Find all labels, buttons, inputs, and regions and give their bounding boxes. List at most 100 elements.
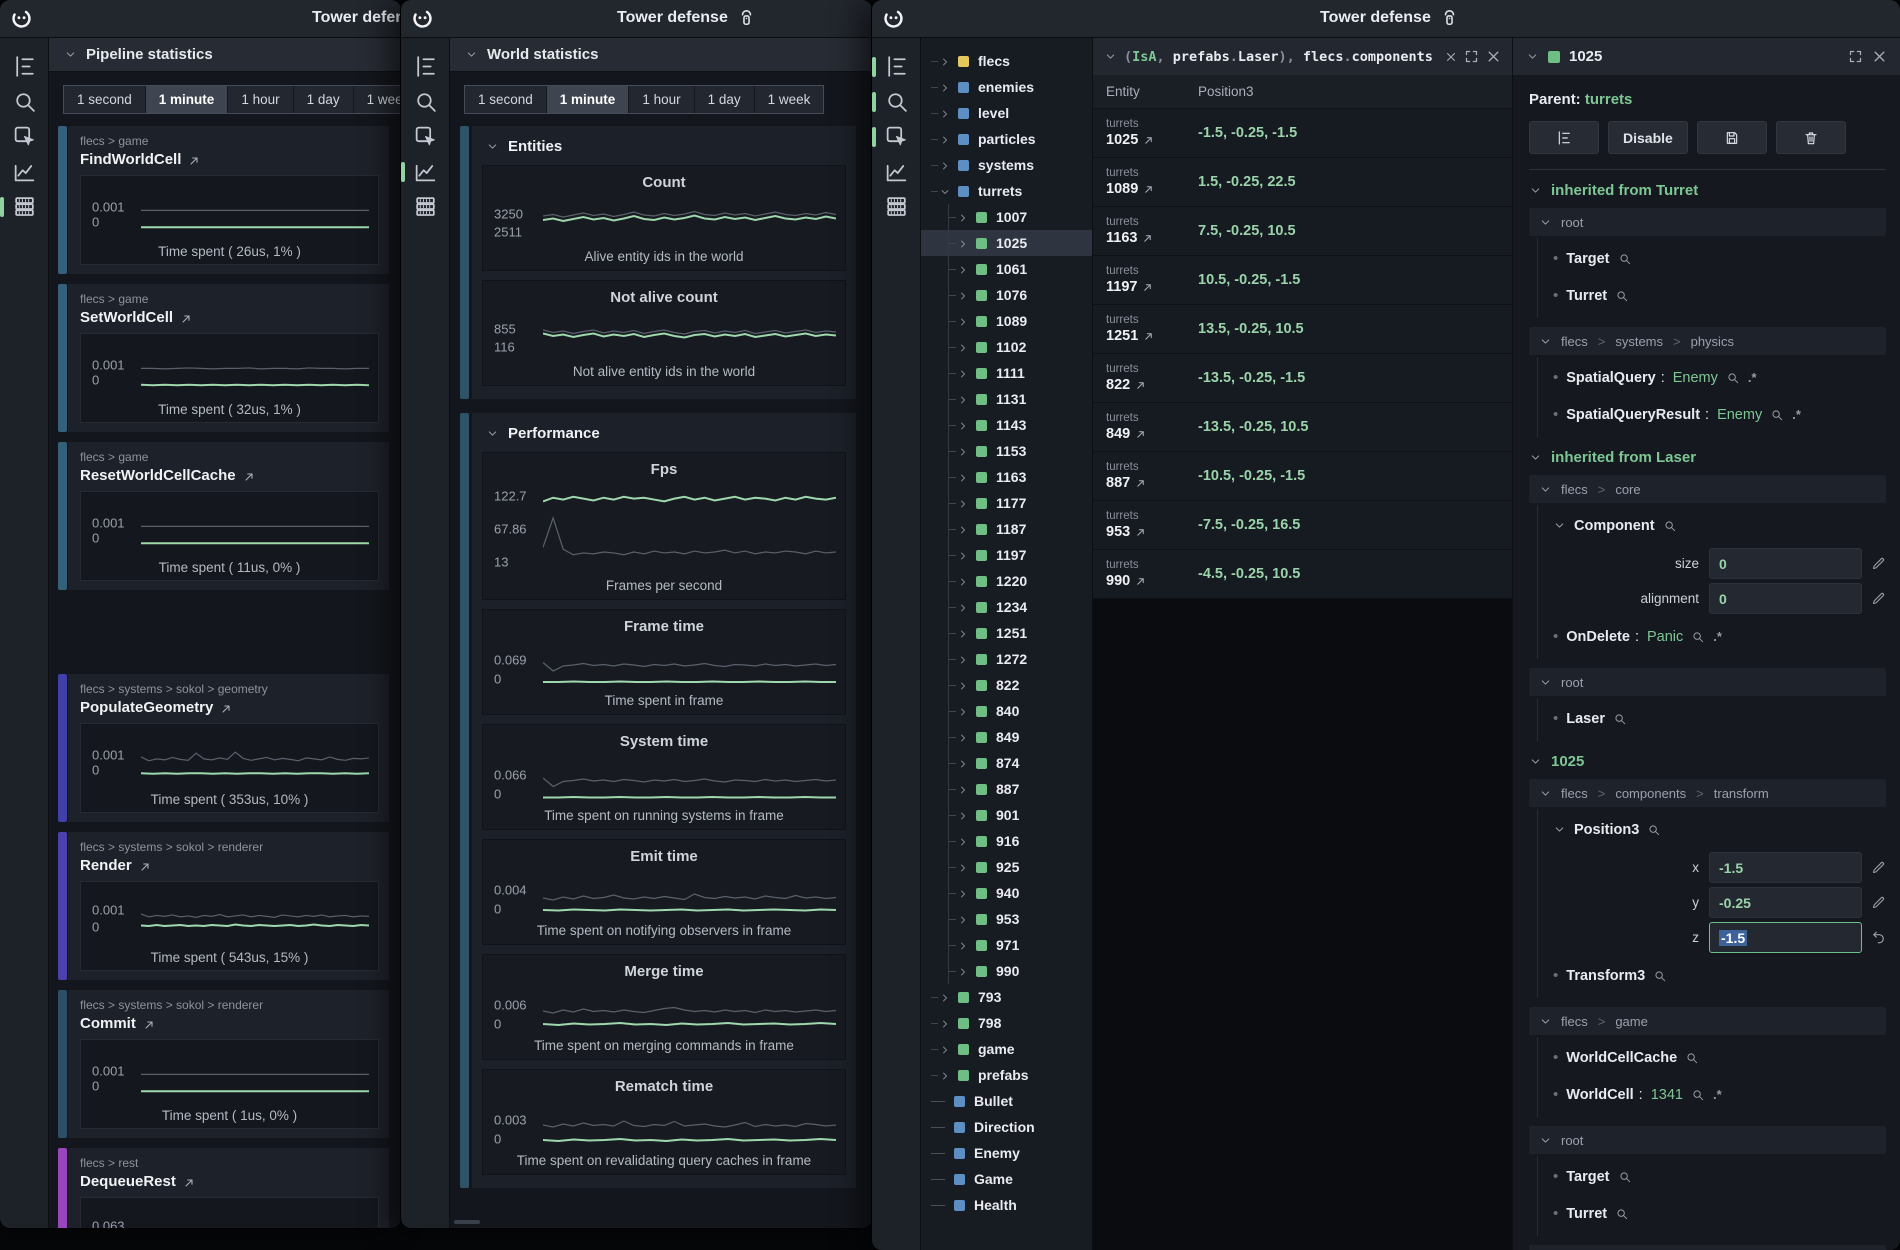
query-result-row[interactable]: turrets 822 -13.5, -0.25, -1.5 (1093, 354, 1512, 403)
tree-item-1061[interactable]: 1061 (921, 256, 1092, 282)
field-input-alignment[interactable]: 0 (1709, 583, 1862, 614)
external-link-icon[interactable] (220, 702, 232, 714)
sidebar-select-entity-icon[interactable] (413, 124, 438, 149)
chevron-down-icon[interactable] (1553, 823, 1566, 836)
tree-item-1163[interactable]: 1163 (921, 464, 1092, 490)
entity-id-link[interactable]: 1197 (1106, 279, 1198, 295)
tree-item-901[interactable]: 901 (921, 802, 1092, 828)
chevron-right-icon[interactable] (939, 159, 951, 171)
query-result-row[interactable]: turrets 849 -13.5, -0.25, 10.5 (1093, 403, 1512, 452)
tree-item-1197[interactable]: 1197 (921, 542, 1092, 568)
chevron-right-icon[interactable] (939, 1043, 951, 1055)
sidebar-tree-icon[interactable] (12, 54, 37, 79)
query-expression[interactable]: (IsA, prefabs.Laser), flecs.components (1124, 49, 1438, 65)
chevron-right-icon[interactable] (939, 55, 951, 67)
component-value[interactable]: Panic (1647, 629, 1683, 645)
chevron-down-icon[interactable] (1539, 1015, 1552, 1028)
tree-item-887[interactable]: 887 (921, 776, 1092, 802)
close-icon[interactable] (1486, 49, 1501, 64)
tree-item-1153[interactable]: 1153 (921, 438, 1092, 464)
sidebar-select-entity-icon[interactable] (12, 124, 37, 149)
tree-item-1177[interactable]: 1177 (921, 490, 1092, 516)
undo-icon[interactable] (1871, 930, 1886, 945)
tree-item-990[interactable]: 990 (921, 958, 1092, 984)
search-icon[interactable] (1615, 289, 1629, 303)
chevron-right-icon[interactable] (957, 549, 969, 561)
chevron-right-icon[interactable] (957, 393, 969, 405)
chevron-right-icon[interactable] (957, 575, 969, 587)
chevron-right-icon[interactable] (957, 419, 969, 431)
entity-id-link[interactable]: 1163 (1106, 230, 1198, 246)
save-button[interactable] (1697, 121, 1767, 154)
disable-button[interactable]: Disable (1608, 121, 1688, 154)
tree-item-1025[interactable]: 1025 (921, 230, 1092, 256)
tree-item-enemies[interactable]: enemies (921, 74, 1092, 100)
entity-id-link[interactable]: 1025 (1106, 132, 1198, 148)
sidebar-search-icon[interactable] (12, 89, 37, 114)
chevron-right-icon[interactable] (957, 731, 969, 743)
chevron-down-icon[interactable] (1526, 50, 1539, 63)
fullscreen-icon[interactable] (1464, 49, 1479, 64)
entity-id-link[interactable]: 1251 (1106, 328, 1198, 344)
chevron-right-icon[interactable] (957, 627, 969, 639)
tree-view-button[interactable] (1529, 121, 1599, 154)
entity-id-link[interactable]: 822 (1106, 377, 1198, 393)
external-link-icon[interactable] (1142, 232, 1153, 243)
component-group-path[interactable]: flecs>systems>physics (1529, 327, 1886, 355)
sidebar-search-icon[interactable] (884, 89, 909, 114)
entity-id-link[interactable]: 887 (1106, 475, 1198, 491)
tree-item-925[interactable]: 925 (921, 854, 1092, 880)
chevron-right-icon[interactable] (957, 653, 969, 665)
chevron-right-icon[interactable] (957, 237, 969, 249)
edit-pencil-icon[interactable] (1871, 556, 1886, 571)
field-input-y[interactable]: -0.25 (1709, 887, 1862, 918)
chevron-right-icon[interactable] (957, 367, 969, 379)
tree-item-game[interactable]: game (921, 1036, 1092, 1062)
external-link-icon[interactable] (1143, 330, 1154, 341)
tree-item-Health[interactable]: Health (921, 1192, 1092, 1218)
chevron-right-icon[interactable] (957, 835, 969, 847)
tree-item-1007[interactable]: 1007 (921, 204, 1092, 230)
search-icon[interactable] (1726, 371, 1740, 385)
edit-pencil-icon[interactable] (1871, 860, 1886, 875)
time-tab-1-day[interactable]: 1 day (294, 86, 354, 113)
chevron-right-icon[interactable] (957, 523, 969, 535)
external-link-icon[interactable] (188, 154, 200, 166)
component-group-path[interactable]: root (1529, 668, 1886, 696)
chevron-right-icon[interactable] (957, 211, 969, 223)
query-result-row[interactable]: turrets 1163 7.5, -0.25, 10.5 (1093, 207, 1512, 256)
tree-item-Game[interactable]: Game (921, 1166, 1092, 1192)
chevron-right-icon[interactable] (939, 133, 951, 145)
tree-item-1272[interactable]: 1272 (921, 646, 1092, 672)
field-input-x[interactable]: -1.5 (1709, 852, 1862, 883)
chevron-down-icon[interactable] (1553, 519, 1566, 532)
pair-wildcard-icon[interactable]: .* (1713, 629, 1722, 644)
search-icon[interactable] (1685, 1051, 1699, 1065)
field-input-size[interactable]: 0 (1709, 548, 1862, 579)
chevron-right-icon[interactable] (957, 445, 969, 457)
external-link-icon[interactable] (1135, 575, 1146, 586)
tree-item-1234[interactable]: 1234 (921, 594, 1092, 620)
component-group-path[interactable]: flecs>components>transform (1529, 779, 1886, 807)
chevron-down-icon[interactable] (486, 140, 499, 153)
clear-query-icon[interactable] (1445, 51, 1457, 63)
tree-item-822[interactable]: 822 (921, 672, 1092, 698)
time-tab-1-hour[interactable]: 1 hour (629, 86, 694, 113)
component-group-path[interactable]: root (1529, 208, 1886, 236)
component-value[interactable]: 1341 (1651, 1087, 1683, 1103)
tree-item-1111[interactable]: 1111 (921, 360, 1092, 386)
tree-item-1131[interactable]: 1131 (921, 386, 1092, 412)
chevron-right-icon[interactable] (957, 809, 969, 821)
tree-item-849[interactable]: 849 (921, 724, 1092, 750)
query-result-row[interactable]: turrets 1025 -1.5, -0.25, -1.5 (1093, 109, 1512, 158)
entity-id-link[interactable]: 990 (1106, 573, 1198, 589)
external-link-icon[interactable] (180, 312, 192, 324)
external-link-icon[interactable] (1135, 526, 1146, 537)
query-result-row[interactable]: turrets 990 -4.5, -0.25, 10.5 (1093, 550, 1512, 599)
query-result-row[interactable]: turrets 1251 13.5, -0.25, 10.5 (1093, 305, 1512, 354)
chevron-down-icon[interactable] (465, 48, 478, 61)
external-link-icon[interactable] (1143, 183, 1154, 194)
tree-item-1143[interactable]: 1143 (921, 412, 1092, 438)
field-input-z[interactable]: -1.5 (1709, 922, 1862, 953)
sidebar-statistics-icon[interactable] (413, 194, 438, 219)
